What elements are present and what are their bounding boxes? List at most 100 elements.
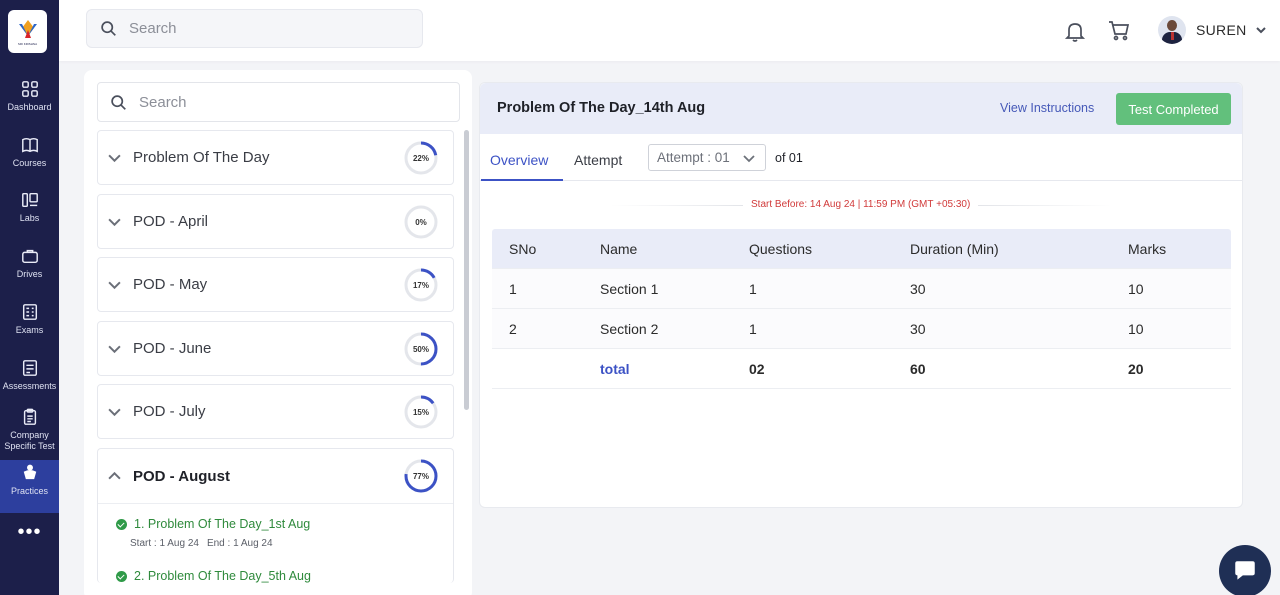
attempt-select[interactable]: Attempt : 01 — [648, 144, 766, 171]
list-item[interactable]: 1. Problem Of The Day_1st Aug Start : 1 … — [116, 517, 453, 549]
cart-icon[interactable] — [1107, 18, 1133, 42]
progress-ring: 50% — [404, 332, 438, 365]
progress-ring: 15% — [404, 395, 438, 428]
practice-title: 1. Problem Of The Day_1st Aug — [134, 517, 311, 531]
column-header: Marks — [1128, 241, 1167, 257]
accordion-title: POD - June — [133, 340, 212, 357]
top-bar: Search SUREN — [59, 0, 1280, 61]
start-date: Start : 1 Aug 24 — [130, 538, 199, 549]
sidebar-item-courses[interactable]: Courses — [0, 132, 59, 184]
practice-search-placeholder: Search — [139, 93, 187, 111]
table-cell: 20 — [1128, 361, 1144, 377]
table-cell: 10 — [1128, 281, 1144, 297]
progress-ring: 22% — [404, 141, 438, 174]
table-row: 1 Section 1 1 30 10 — [492, 269, 1231, 309]
progress-percent-label: 15% — [413, 408, 429, 417]
practice-search-input[interactable]: Search — [97, 82, 460, 122]
chevron-down-icon — [108, 345, 121, 354]
app-logo[interactable]: SRI KRISHNA — [8, 10, 47, 53]
notification-bell-icon[interactable] — [1063, 19, 1089, 43]
accordion-title: Problem Of The Day — [133, 149, 270, 166]
test-completed-button[interactable]: Test Completed — [1116, 93, 1231, 125]
table-cell: 1 — [749, 281, 757, 297]
global-search-input[interactable]: Search — [86, 9, 423, 48]
sidebar-item-company-specific-test[interactable]: Company Specific Test — [0, 404, 59, 460]
practice-list-panel: Search Problem Of The Day 22% POD - Apri… — [84, 70, 472, 595]
lab-icon — [21, 192, 38, 208]
column-header: Duration (Min) — [910, 241, 999, 257]
search-icon — [111, 94, 126, 110]
sections-table: SNo Name Questions Duration (Min) Marks … — [492, 229, 1231, 389]
sidebar-item-label: Labs — [19, 213, 40, 223]
practice-list: 1. Problem Of The Day_1st Aug Start : 1 … — [98, 504, 453, 583]
sidebar-item-assessments[interactable]: Assessments — [0, 355, 59, 407]
user-menu[interactable]: SUREN — [1158, 16, 1267, 44]
progress-percent-label: 17% — [413, 281, 429, 290]
sidebar-item-exams[interactable]: Exams — [0, 299, 59, 351]
assessment-icon — [22, 360, 37, 376]
sidebar-item-label: Dashboard — [7, 102, 52, 112]
accordion-pod-april[interactable]: POD - April 0% — [97, 194, 454, 249]
accordion-problem-of-the-day[interactable]: Problem Of The Day 22% — [97, 130, 454, 185]
list-item[interactable]: 2. Problem Of The Day_5th Aug — [116, 569, 453, 583]
chevron-down-icon — [743, 154, 755, 162]
logo-emblem-icon — [18, 19, 37, 38]
briefcase-icon — [21, 249, 38, 264]
progress-percent-label: 22% — [413, 154, 429, 163]
more-menu-icon[interactable]: ••• — [0, 522, 59, 542]
accordion-pod-june[interactable]: POD - June 50% — [97, 321, 454, 376]
accordion-title: POD - April — [133, 213, 209, 230]
progress-percent-label: 77% — [413, 472, 429, 481]
start-before-text: Start Before: 14 Aug 24 | 11:59 PM (GMT … — [743, 199, 979, 210]
practice-icon — [23, 464, 36, 480]
progress-ring: 17% — [404, 268, 438, 301]
accordion-pod-july[interactable]: POD - July 15% — [97, 384, 454, 439]
table-cell: 30 — [910, 281, 926, 297]
table-cell: Section 1 — [600, 281, 659, 297]
tab-attempt[interactable]: Attempt — [574, 152, 622, 168]
sidebar-item-label: Practices — [10, 486, 48, 496]
check-circle-icon — [116, 570, 127, 582]
table-cell: 02 — [749, 361, 765, 377]
logo-text: SRI KRISHNA — [17, 41, 38, 46]
tab-overview[interactable]: Overview — [490, 152, 548, 168]
chevron-down-icon — [108, 408, 121, 417]
accordion-pod-august: POD - August 77% 1. Problem Of The Day_1… — [97, 448, 454, 583]
attempt-select-value: Attempt : 01 — [657, 150, 730, 165]
sidebar-item-labs[interactable]: Labs — [0, 187, 59, 239]
avatar — [1158, 16, 1186, 44]
chevron-down-icon — [108, 154, 121, 163]
active-tab-indicator — [481, 179, 563, 181]
progress-ring: 0% — [404, 205, 438, 238]
sidebar-item-dashboard[interactable]: Dashboard — [0, 76, 59, 128]
sidebar: SRI KRISHNA Dashboard Courses Labs Drive… — [0, 0, 59, 595]
table-cell: 2 — [509, 321, 517, 337]
search-icon — [101, 21, 116, 36]
sidebar-item-label: Courses — [12, 158, 47, 168]
user-name: SUREN — [1196, 22, 1247, 38]
table-total-row: total 02 60 20 — [492, 349, 1231, 389]
progress-ring: 77% — [404, 459, 438, 493]
accordion-title: POD - August — [133, 467, 230, 485]
chevron-down-icon — [1255, 27, 1266, 34]
table-cell: 30 — [910, 321, 926, 337]
clipboard-icon — [23, 408, 36, 425]
test-header: Problem Of The Day_14th Aug View Instruc… — [480, 83, 1242, 134]
sidebar-item-practices[interactable]: Practices — [0, 460, 59, 513]
end-date: End : 1 Aug 24 — [206, 538, 273, 549]
accordion-header[interactable]: POD - August 77% — [98, 449, 453, 504]
view-instructions-link[interactable]: View Instructions — [1000, 101, 1094, 115]
accordion-pod-may[interactable]: POD - May 17% — [97, 257, 454, 312]
chevron-down-icon — [108, 281, 121, 290]
chat-support-button[interactable] — [1219, 545, 1271, 595]
column-header: Questions — [749, 241, 813, 257]
exam-icon — [22, 304, 37, 320]
sidebar-item-drives[interactable]: Drives — [0, 243, 59, 295]
scrollbar[interactable] — [464, 130, 469, 410]
book-icon — [21, 137, 38, 153]
grid-icon — [21, 81, 38, 97]
chevron-down-icon — [108, 218, 121, 227]
total-label: total — [600, 361, 630, 377]
table-cell: 60 — [910, 361, 926, 377]
table-cell: 1 — [509, 281, 517, 297]
